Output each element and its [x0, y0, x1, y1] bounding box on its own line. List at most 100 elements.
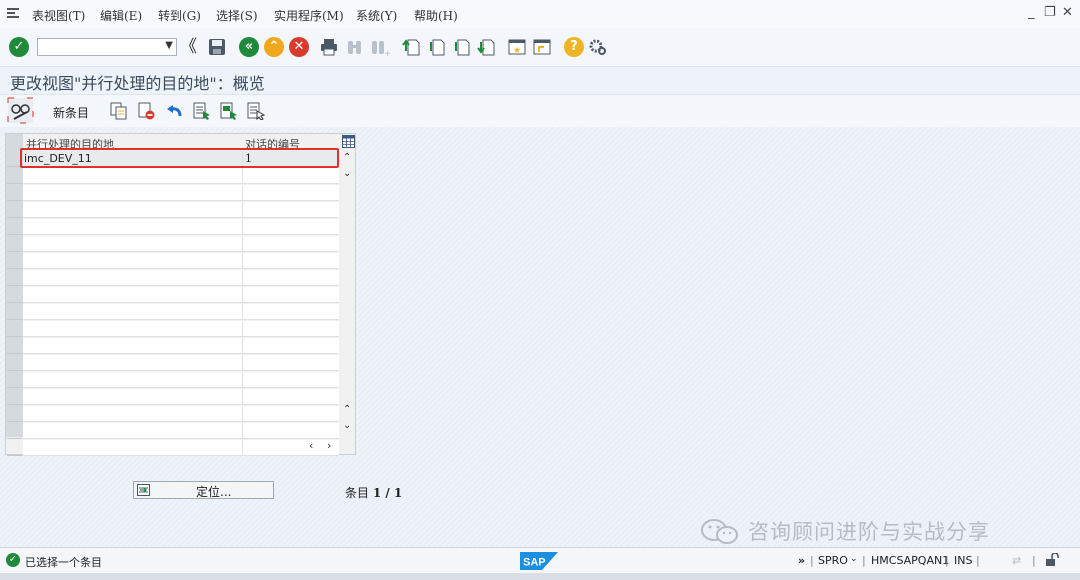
previous-page-icon[interactable] [427, 37, 447, 57]
table-row[interactable] [23, 423, 339, 439]
table-row[interactable] [23, 304, 339, 320]
chevron-down-icon[interactable]: ▼ [165, 40, 173, 51]
scroll-right-icon[interactable]: › [327, 439, 331, 452]
create-session-icon[interactable]: ★ [507, 37, 527, 57]
next-page-icon[interactable] [452, 37, 472, 57]
column-separator [242, 321, 243, 337]
maximize-icon[interactable]: ❐ [1044, 5, 1056, 20]
row-selector[interactable] [7, 287, 22, 303]
menu-icon[interactable] [6, 6, 20, 20]
table-row[interactable] [23, 321, 339, 337]
transfer-icon: ⇄ [1012, 554, 1022, 567]
command-field[interactable]: ▼ [37, 38, 177, 56]
row-selector[interactable] [7, 202, 22, 218]
scroll-left-icon[interactable]: ‹ [309, 439, 313, 452]
minimize-icon[interactable]: _ [1028, 5, 1035, 20]
table-row[interactable] [23, 219, 339, 235]
input-mode[interactable]: INS [954, 554, 972, 567]
row-selector[interactable] [7, 304, 22, 320]
delete-icon[interactable] [137, 102, 155, 120]
column-separator [242, 338, 243, 354]
row-selector[interactable] [7, 338, 22, 354]
row-selector[interactable] [7, 270, 22, 286]
vertical-scrollbar[interactable]: ⌃ ⌄ ⌃ ⌄ [341, 150, 355, 438]
svg-text:★: ★ [513, 46, 521, 56]
row-selector[interactable] [7, 168, 22, 184]
scroll-page-down-icon[interactable]: ⌄ [343, 420, 351, 431]
row-selector[interactable] [7, 372, 22, 388]
table-row[interactable] [23, 406, 339, 422]
table-row[interactable] [23, 355, 339, 371]
row-selector[interactable] [7, 236, 22, 252]
column-separator [242, 202, 243, 218]
back-icon[interactable]: « [239, 37, 259, 57]
table-row[interactable] [23, 185, 339, 201]
menu-help[interactable]: 帮助(H) [414, 7, 458, 24]
scroll-down-icon[interactable]: ⌄ [343, 168, 351, 179]
column-separator [242, 406, 243, 422]
table-row[interactable] [23, 389, 339, 405]
transaction-code[interactable]: SPRO [818, 554, 848, 567]
new-entry-button[interactable]: 新条目 [53, 104, 89, 121]
menu-edit[interactable]: 编辑(E) [100, 7, 142, 24]
row-selector[interactable] [7, 355, 22, 371]
undo-icon[interactable] [165, 102, 183, 120]
table-row[interactable] [23, 236, 339, 252]
table-row[interactable] [23, 202, 339, 218]
row-selector[interactable] [7, 185, 22, 201]
copy-icon[interactable] [110, 102, 128, 120]
table-row[interactable] [23, 270, 339, 286]
column-separator [242, 304, 243, 320]
last-page-icon[interactable] [477, 37, 497, 57]
shortcut-icon[interactable] [532, 37, 552, 57]
enter-icon[interactable]: ✓ [9, 37, 29, 57]
menu-system[interactable]: 系统(Y) [356, 7, 397, 24]
table-row[interactable] [23, 338, 339, 354]
row-selector[interactable] [7, 321, 22, 337]
table-row[interactable] [23, 253, 339, 269]
menu-select[interactable]: 选择(S) [216, 7, 258, 24]
display-change-icon[interactable] [7, 97, 34, 124]
menu-table-view[interactable]: 表视图(T) [32, 7, 85, 24]
cancel-icon[interactable]: ✕ [289, 37, 309, 57]
table-settings-icon[interactable] [342, 135, 355, 148]
horizontal-scrollbar[interactable]: ‹ › [23, 438, 339, 454]
save-icon[interactable] [207, 37, 227, 57]
menu-utilities[interactable]: 实用程序(M) [274, 7, 344, 24]
lock-icon[interactable] [1045, 553, 1059, 567]
scroll-page-up-icon[interactable]: ⌃ [343, 404, 351, 415]
application-toolbar: 新条目 [0, 94, 1080, 127]
row-selector[interactable] [7, 440, 22, 456]
print-icon[interactable] [319, 37, 339, 57]
select-block-icon[interactable] [220, 102, 238, 120]
scroll-up-icon[interactable]: ⌃ [343, 152, 351, 163]
find-icon[interactable] [345, 37, 365, 57]
row-selector[interactable] [7, 423, 22, 439]
row-selector[interactable] [7, 219, 22, 235]
locate-button[interactable]: 定位... [133, 481, 274, 499]
menu-goto[interactable]: 转到(G) [158, 7, 201, 24]
first-page-icon[interactable] [402, 37, 422, 57]
status-message[interactable]: 已选择一个条目 [25, 554, 102, 570]
column-separator [242, 270, 243, 286]
table-row[interactable] [23, 372, 339, 388]
table-row[interactable] [23, 168, 339, 184]
table-row[interactable] [23, 287, 339, 303]
deselect-all-icon[interactable] [247, 102, 265, 120]
row-selector[interactable] [7, 406, 22, 422]
selected-row-highlight [20, 148, 339, 168]
exit-icon[interactable]: ⌃ [264, 37, 284, 57]
back-double-icon[interactable]: 《 [180, 37, 200, 57]
row-selector[interactable] [7, 253, 22, 269]
close-icon[interactable]: ✕ [1062, 5, 1073, 20]
row-selector[interactable] [7, 389, 22, 405]
customize-layout-icon[interactable] [588, 37, 608, 57]
status-bar: ✓ 已选择一个条目 SAP » | SPRO ⌄ | HMCSAPQAN1 | … [0, 547, 1080, 574]
chevron-down-icon[interactable]: ⌄ [850, 554, 858, 564]
status-more-icon[interactable]: » [798, 554, 805, 567]
column-separator [242, 253, 243, 269]
entry-count-value: 1 / 1 [372, 486, 403, 500]
find-next-icon[interactable]: + [370, 37, 390, 57]
select-all-icon[interactable] [193, 102, 211, 120]
help-icon[interactable]: ? [564, 37, 584, 57]
